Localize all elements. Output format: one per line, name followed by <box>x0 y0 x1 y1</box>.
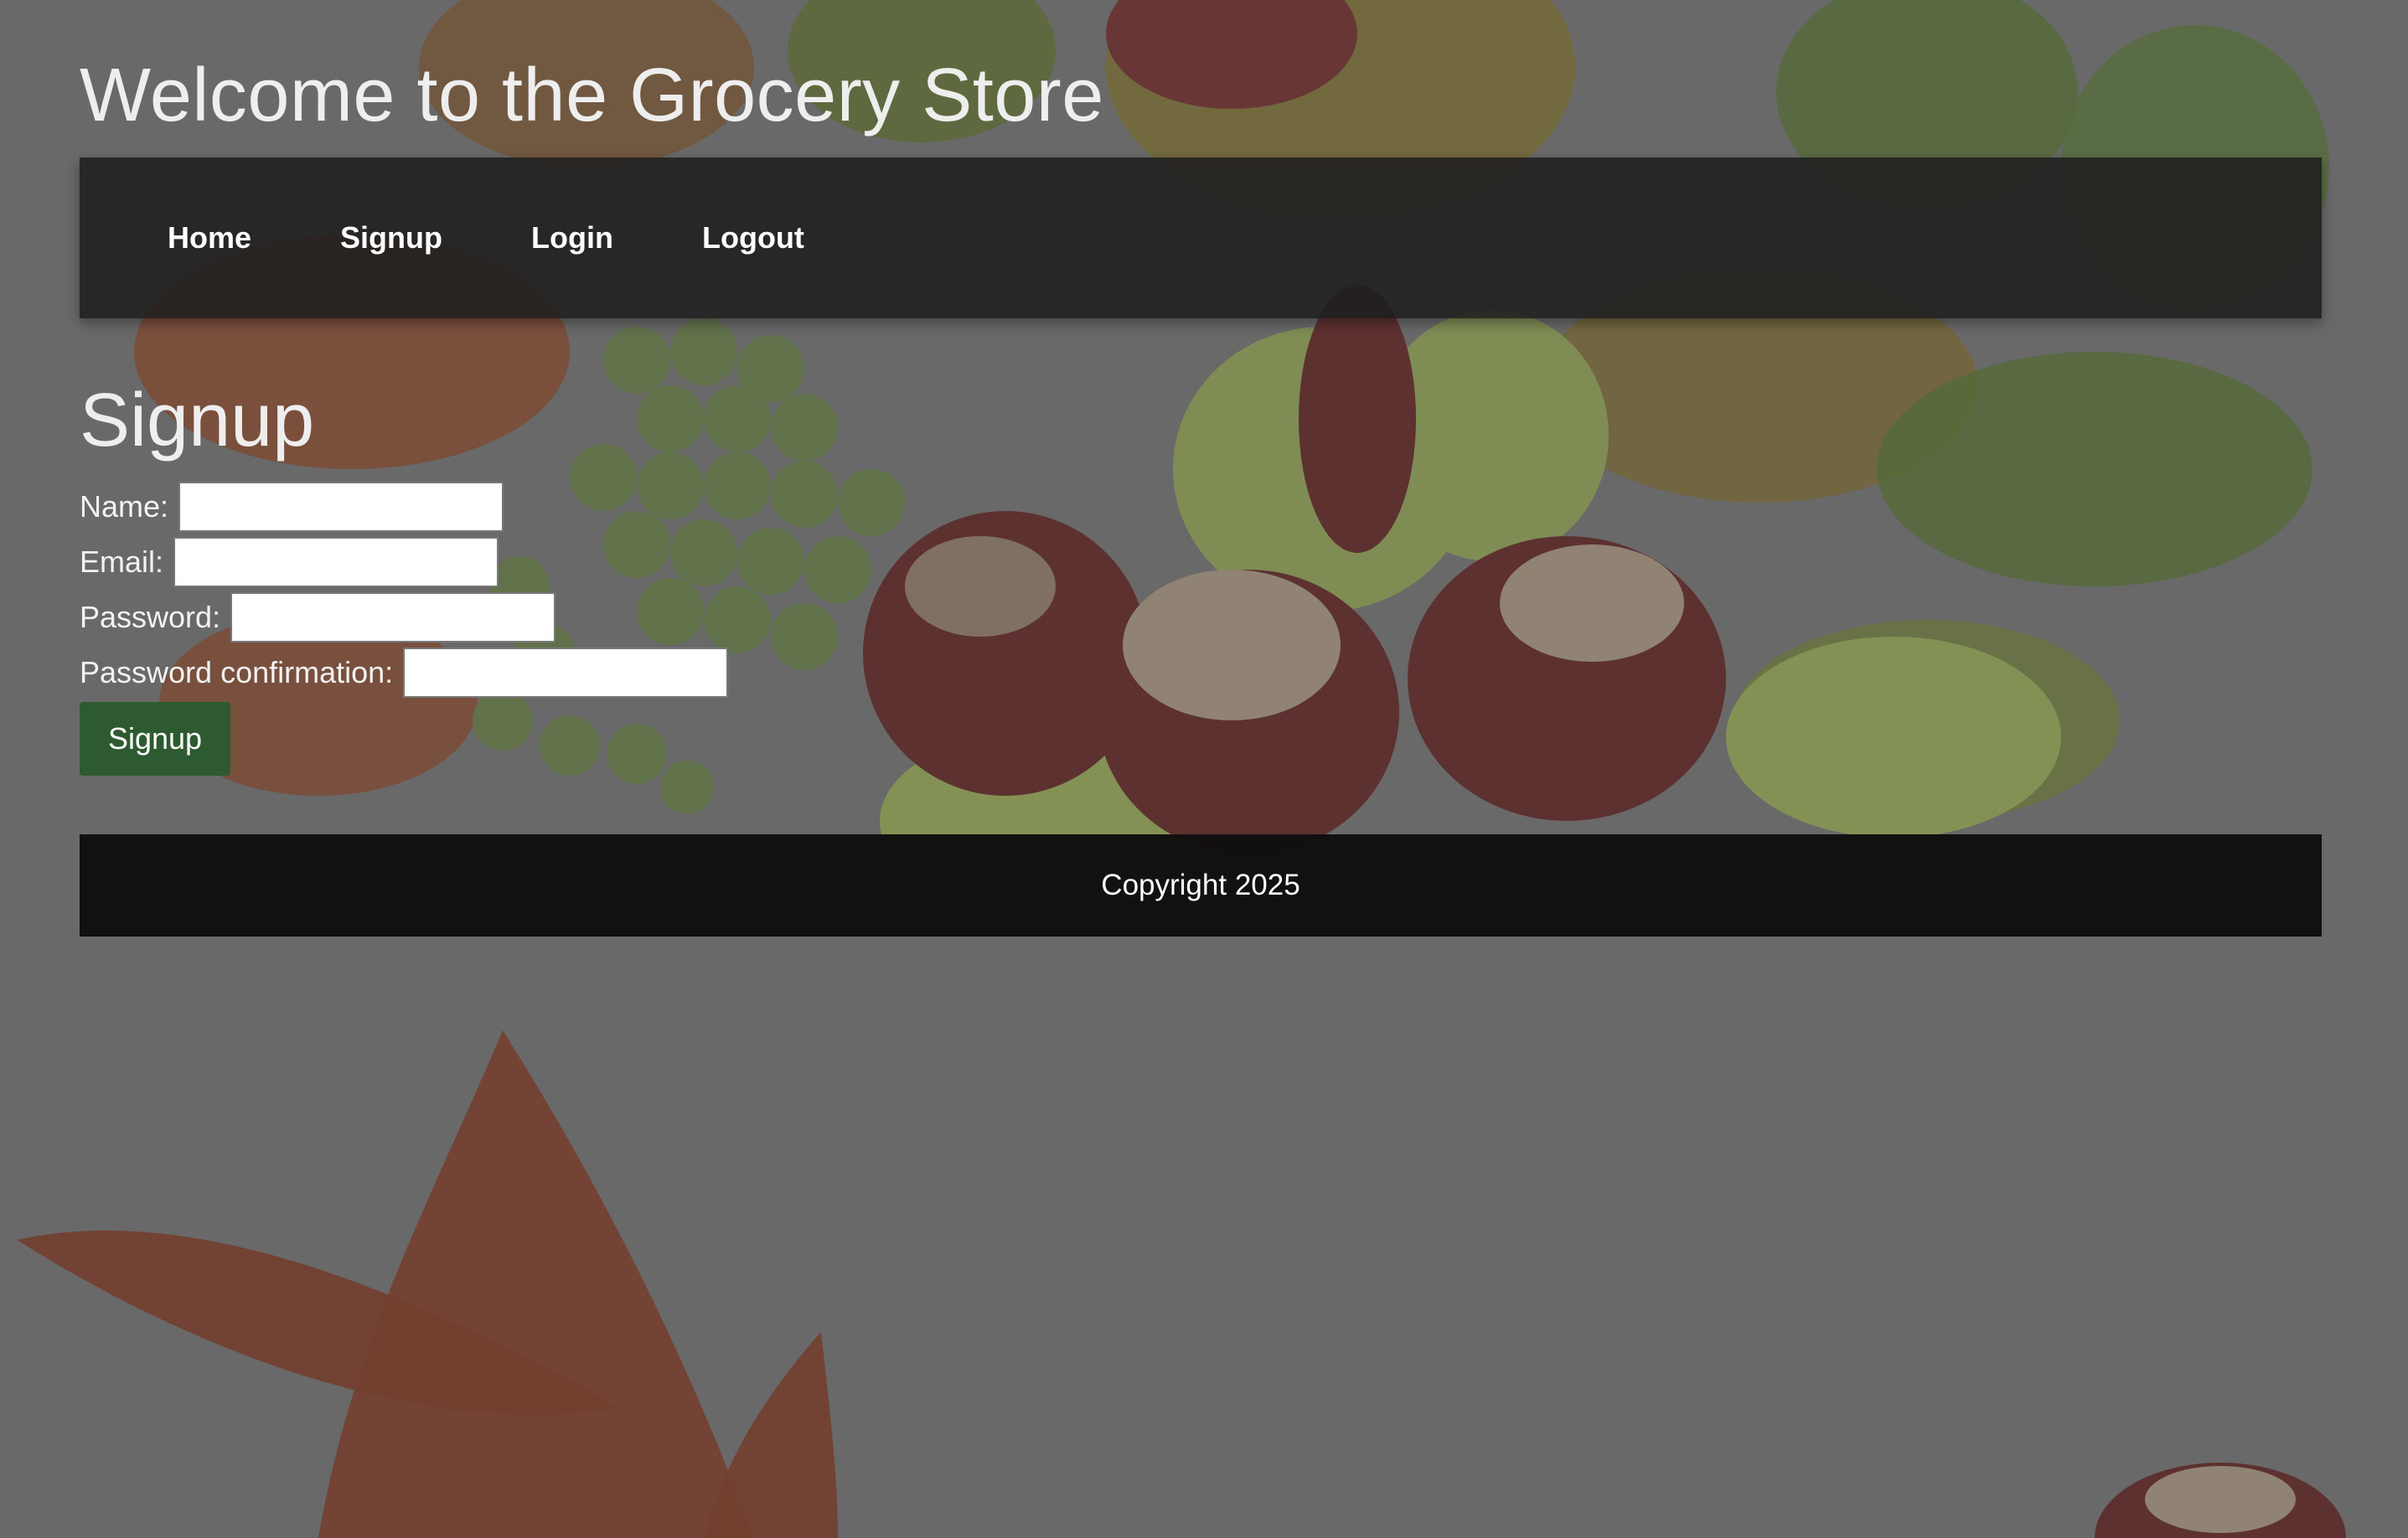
password-row: Password: <box>80 590 2328 645</box>
page-content: Welcome to the Grocery Store Home Signup… <box>0 0 2408 937</box>
password-confirmation-label: Password confirmation: <box>80 655 394 689</box>
nav-link-logout[interactable]: Logout <box>702 220 804 255</box>
name-label: Name: <box>80 489 169 524</box>
navbar: Home Signup Login Logout <box>80 157 2322 318</box>
nav-link-login[interactable]: Login <box>531 220 613 255</box>
page-heading: Signup <box>80 379 315 462</box>
password-confirmation-input[interactable] <box>403 648 729 698</box>
password-label: Password: <box>80 600 221 634</box>
nav-link-signup[interactable]: Signup <box>340 220 442 255</box>
site-title: Welcome to the Grocery Store <box>80 54 1104 137</box>
name-row: Name: <box>80 479 2328 534</box>
copyright-text: Copyright 2025 <box>1101 869 1300 901</box>
password-input[interactable] <box>230 592 556 643</box>
email-input[interactable] <box>173 537 499 587</box>
signup-form: Name: Email: Password: Password confirma… <box>80 479 2328 776</box>
footer: Copyright 2025 <box>80 834 2322 937</box>
name-input[interactable] <box>178 482 504 532</box>
password-confirmation-row: Password confirmation: <box>80 645 2328 700</box>
nav-link-home[interactable]: Home <box>168 220 251 255</box>
email-row: Email: <box>80 534 2328 590</box>
email-label: Email: <box>80 544 164 579</box>
signup-submit-button[interactable]: Signup <box>80 702 230 776</box>
